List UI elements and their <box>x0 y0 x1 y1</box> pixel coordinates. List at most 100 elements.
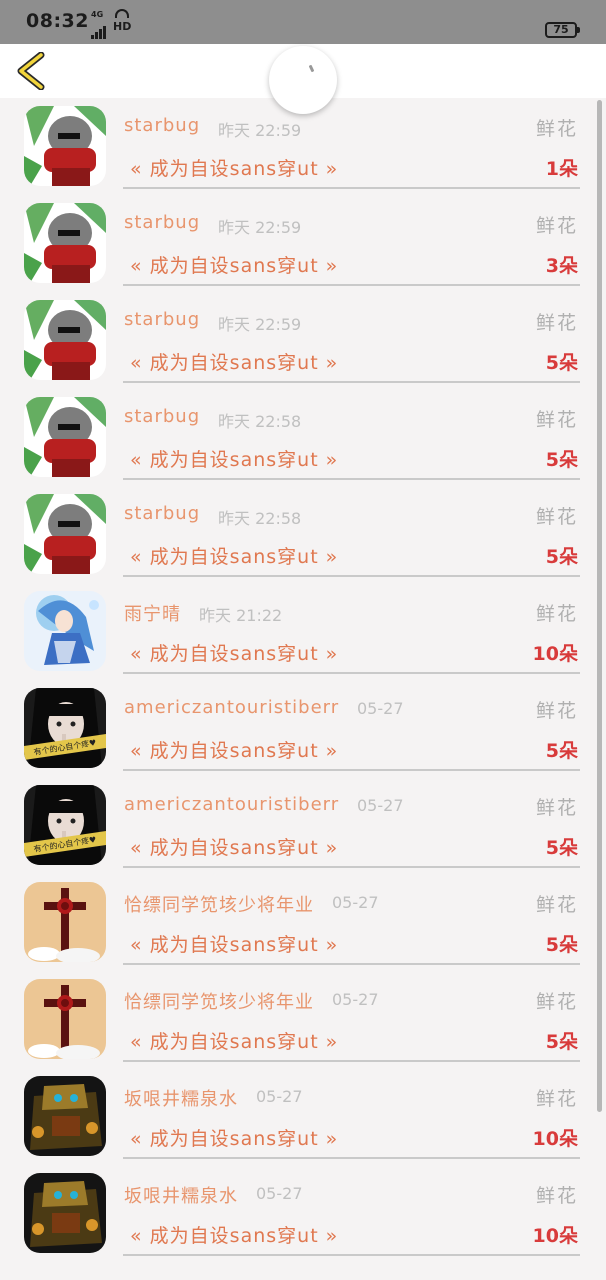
avatar[interactable]: 有个的心自个疼♥ <box>24 688 106 768</box>
avatar[interactable] <box>24 882 106 962</box>
gift-count: 5朵 <box>545 837 578 859</box>
gift-type: 鲜花 <box>535 506 578 528</box>
work-title-link[interactable]: « 成为自设sans穿ut » <box>130 1124 338 1151</box>
work-title-link[interactable]: « 成为自设sans穿ut » <box>130 348 338 375</box>
avatar[interactable]: 有个的心自个疼♥ <box>24 785 106 865</box>
loading-spinner-icon <box>269 46 337 114</box>
timestamp: 昨天 22:59 <box>218 121 302 140</box>
avatar[interactable] <box>24 1173 106 1253</box>
divider <box>123 1157 580 1159</box>
timestamp: 05-27 <box>357 796 404 815</box>
gift-type: 鲜花 <box>535 409 578 431</box>
battery-level: 75 <box>553 23 569 36</box>
username[interactable]: americzantouristiberr <box>124 697 339 718</box>
work-title-link[interactable]: « 成为自设sans穿ut » <box>130 639 338 666</box>
list-item[interactable]: 雨宁晴 昨天 21:22 鲜花 « 成为自设sans穿ut » 10朵 <box>0 583 606 680</box>
gift-type: 鲜花 <box>535 894 578 916</box>
work-title-link[interactable]: « 成为自设sans穿ut » <box>130 445 338 472</box>
gift-type: 鲜花 <box>535 215 578 237</box>
work-title-link[interactable]: « 成为自设sans穿ut » <box>130 154 338 181</box>
scrollbar[interactable] <box>597 100 602 1112</box>
gift-count: 5朵 <box>545 1031 578 1053</box>
list-item[interactable]: 有个的心自个疼♥ americzantouristiberr 05-27 鲜花 « 成为… <box>0 777 606 874</box>
work-title-link[interactable]: « 成为自设sans穿ut » <box>130 542 338 569</box>
wifi-icon <box>115 9 129 18</box>
gift-type: 鲜花 <box>535 991 578 1013</box>
list-item[interactable]: 恰缥同学笕垓少将年业 05-27 鲜花 « 成为自设sans穿ut » 5朵 <box>0 874 606 971</box>
gift-count: 10朵 <box>532 643 578 665</box>
username[interactable]: starbug <box>124 503 200 524</box>
list-item[interactable]: starbug 昨天 22:59 鲜花 « 成为自设sans穿ut » 3朵 <box>0 195 606 292</box>
avatar[interactable] <box>24 1076 106 1156</box>
timestamp: 昨天 21:22 <box>199 606 283 625</box>
divider <box>123 769 580 771</box>
username[interactable]: starbug <box>124 115 200 136</box>
gift-count: 10朵 <box>532 1225 578 1247</box>
work-title-link[interactable]: « 成为自设sans穿ut » <box>130 251 338 278</box>
timestamp: 昨天 22:58 <box>218 509 302 528</box>
avatar[interactable] <box>24 300 106 380</box>
gift-count: 5朵 <box>545 740 578 762</box>
divider <box>123 1254 580 1256</box>
username[interactable]: 恰缥同学笕垓少将年业 <box>124 988 314 1014</box>
username[interactable]: americzantouristiberr <box>124 794 339 815</box>
battery-icon: 75 <box>545 22 580 38</box>
signal-icon: 4G HD <box>91 9 135 39</box>
avatar[interactable] <box>24 397 106 477</box>
gift-count: 5朵 <box>545 934 578 956</box>
avatar[interactable] <box>24 203 106 283</box>
username[interactable]: 坂哏井糯泉水 <box>124 1085 238 1111</box>
divider <box>123 478 580 480</box>
divider <box>123 284 580 286</box>
list-item[interactable]: starbug 昨天 22:58 鲜花 « 成为自设sans穿ut » 5朵 <box>0 389 606 486</box>
list-item[interactable]: starbug 昨天 22:59 鲜花 « 成为自设sans穿ut » 5朵 <box>0 292 606 389</box>
avatar[interactable] <box>24 494 106 574</box>
gift-type: 鲜花 <box>535 118 578 140</box>
avatar[interactable] <box>24 591 106 671</box>
work-title-link[interactable]: « 成为自设sans穿ut » <box>130 930 338 957</box>
timestamp: 昨天 22:59 <box>218 315 302 334</box>
work-title-link[interactable]: « 成为自设sans穿ut » <box>130 1221 338 1248</box>
gift-type: 鲜花 <box>535 700 578 722</box>
timestamp: 05-27 <box>256 1087 303 1106</box>
gift-count: 10朵 <box>532 1128 578 1150</box>
timestamp: 昨天 22:58 <box>218 412 302 431</box>
username[interactable]: 恰缥同学笕垓少将年业 <box>124 891 314 917</box>
gift-count: 5朵 <box>545 352 578 374</box>
divider <box>123 672 580 674</box>
timestamp: 05-27 <box>332 893 379 912</box>
timestamp: 05-27 <box>357 699 404 718</box>
gift-count: 1朵 <box>545 158 578 180</box>
work-title-link[interactable]: « 成为自设sans穿ut » <box>130 833 338 860</box>
avatar[interactable] <box>24 979 106 1059</box>
work-title-link[interactable]: « 成为自设sans穿ut » <box>130 1027 338 1054</box>
divider <box>123 187 580 189</box>
hd-indicator: HD <box>113 20 132 33</box>
gift-list[interactable]: starbug 昨天 22:59 鲜花 « 成为自设sans穿ut » 1朵 starbu… <box>0 98 606 1280</box>
list-item[interactable]: starbug 昨天 22:58 鲜花 « 成为自设sans穿ut » 5朵 <box>0 486 606 583</box>
list-item[interactable]: 恰缥同学笕垓少将年业 05-27 鲜花 « 成为自设sans穿ut » 5朵 <box>0 971 606 1068</box>
timestamp: 05-27 <box>256 1184 303 1203</box>
divider <box>123 866 580 868</box>
username[interactable]: starbug <box>124 309 200 330</box>
username[interactable]: 雨宁晴 <box>124 600 181 626</box>
list-item[interactable]: 坂哏井糯泉水 05-27 鲜花 « 成为自设sans穿ut » 10朵 <box>0 1165 606 1262</box>
gift-count: 5朵 <box>545 449 578 471</box>
status-time: 08:32 <box>26 10 89 32</box>
username[interactable]: starbug <box>124 212 200 233</box>
gift-type: 鲜花 <box>535 1185 578 1207</box>
divider <box>123 381 580 383</box>
gift-type: 鲜花 <box>535 312 578 334</box>
network-type: 4G <box>91 10 104 19</box>
status-bar: 08:32 4G HD 75 <box>0 0 606 44</box>
avatar[interactable] <box>24 106 106 186</box>
list-item[interactable]: 有个的心自个疼♥ americzantouristiberr 05-27 鲜花 « 成为… <box>0 680 606 777</box>
gift-count: 5朵 <box>545 546 578 568</box>
username[interactable]: starbug <box>124 406 200 427</box>
username[interactable]: 坂哏井糯泉水 <box>124 1182 238 1208</box>
divider <box>123 1060 580 1062</box>
divider <box>123 575 580 577</box>
list-item[interactable]: 坂哏井糯泉水 05-27 鲜花 « 成为自设sans穿ut » 10朵 <box>0 1068 606 1165</box>
gift-type: 鲜花 <box>535 1088 578 1110</box>
work-title-link[interactable]: « 成为自设sans穿ut » <box>130 736 338 763</box>
